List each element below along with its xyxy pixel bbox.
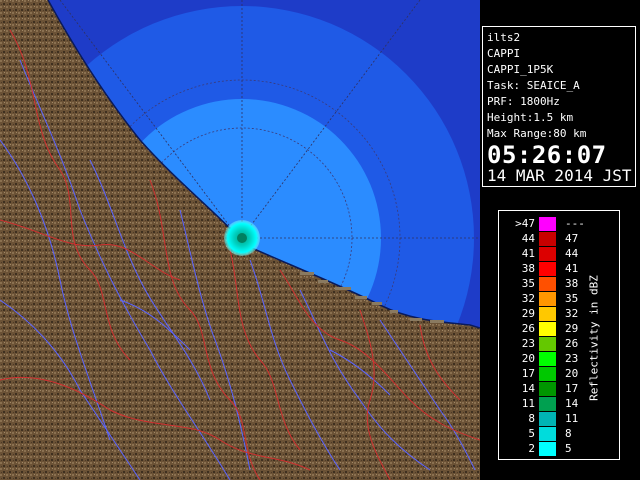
reflectivity-legend: >47 --- 44 47 41 44 38 41 35 38 32 35 29 32 26 29 23 26 20… xyxy=(498,210,620,460)
legend-swatch xyxy=(539,442,556,456)
radar-id: ilts2 xyxy=(487,31,521,44)
legend-low-label: 14 xyxy=(521,382,535,395)
legend-swatch xyxy=(539,292,556,306)
legend-low-label: >47 xyxy=(515,217,535,230)
legend-color-bar xyxy=(539,217,556,456)
legend-low-label: 23 xyxy=(521,337,535,350)
legend-low-label: 11 xyxy=(521,397,535,410)
legend-low-label: 41 xyxy=(521,247,535,260)
legend-high-label: --- xyxy=(565,217,585,230)
observation-time: 05:26:07 xyxy=(487,141,607,169)
legend-swatch xyxy=(539,322,556,336)
legend-high-label: 41 xyxy=(565,262,579,275)
height-label: Height:1.5 km xyxy=(487,111,574,124)
legend-low-label: 35 xyxy=(521,277,535,290)
legend-swatch xyxy=(539,382,556,396)
legend-low-label: 38 xyxy=(521,262,535,275)
legend-swatch xyxy=(539,412,556,426)
radar-site-marker xyxy=(237,233,247,243)
legend-swatch xyxy=(539,397,556,411)
product-code: CAPPI_1P5K xyxy=(487,63,554,76)
legend-high-label: 5 xyxy=(565,442,572,455)
legend-low-label: 5 xyxy=(528,427,535,440)
legend-swatch xyxy=(539,262,556,276)
legend-units-label: Reflectivity in dBZ xyxy=(587,275,601,401)
legend-low-label: 26 xyxy=(521,322,535,335)
legend-high-label: 11 xyxy=(565,412,579,425)
legend-low-label: 2 xyxy=(528,442,535,455)
legend-swatch xyxy=(539,232,556,246)
legend-high-label: 44 xyxy=(565,247,579,260)
legend-swatch xyxy=(539,427,556,441)
legend-swatch xyxy=(539,337,556,351)
max-range-label: Max Range:80 km xyxy=(487,127,587,140)
side-panel: ilts2 CAPPI CAPPI_1P5K Task: SEAICE_A PR… xyxy=(480,0,640,480)
observation-date: 14 MAR 2014 JST xyxy=(487,166,632,185)
legend-high-label: 8 xyxy=(565,427,572,440)
legend-low-label: 32 xyxy=(521,292,535,305)
product-label: CAPPI xyxy=(487,47,521,60)
info-panel: ilts2 CAPPI CAPPI_1P5K Task: SEAICE_A PR… xyxy=(482,26,636,187)
radar-map xyxy=(0,0,480,480)
legend-low-label: 17 xyxy=(521,367,535,380)
prf-label: PRF: 1800Hz xyxy=(487,95,560,108)
legend-low-label: 44 xyxy=(521,232,535,245)
legend-low-label: 8 xyxy=(528,412,535,425)
legend-swatch xyxy=(539,352,556,366)
legend-swatch xyxy=(539,277,556,291)
legend-swatch xyxy=(539,247,556,261)
legend-low-label: 29 xyxy=(521,307,535,320)
legend-high-label: 47 xyxy=(565,232,579,245)
legend-swatch xyxy=(539,307,556,321)
legend-low-label: 20 xyxy=(521,352,535,365)
legend-swatch xyxy=(539,367,556,381)
task-label: Task: SEAICE_A xyxy=(487,79,580,92)
legend-swatch xyxy=(539,217,556,231)
